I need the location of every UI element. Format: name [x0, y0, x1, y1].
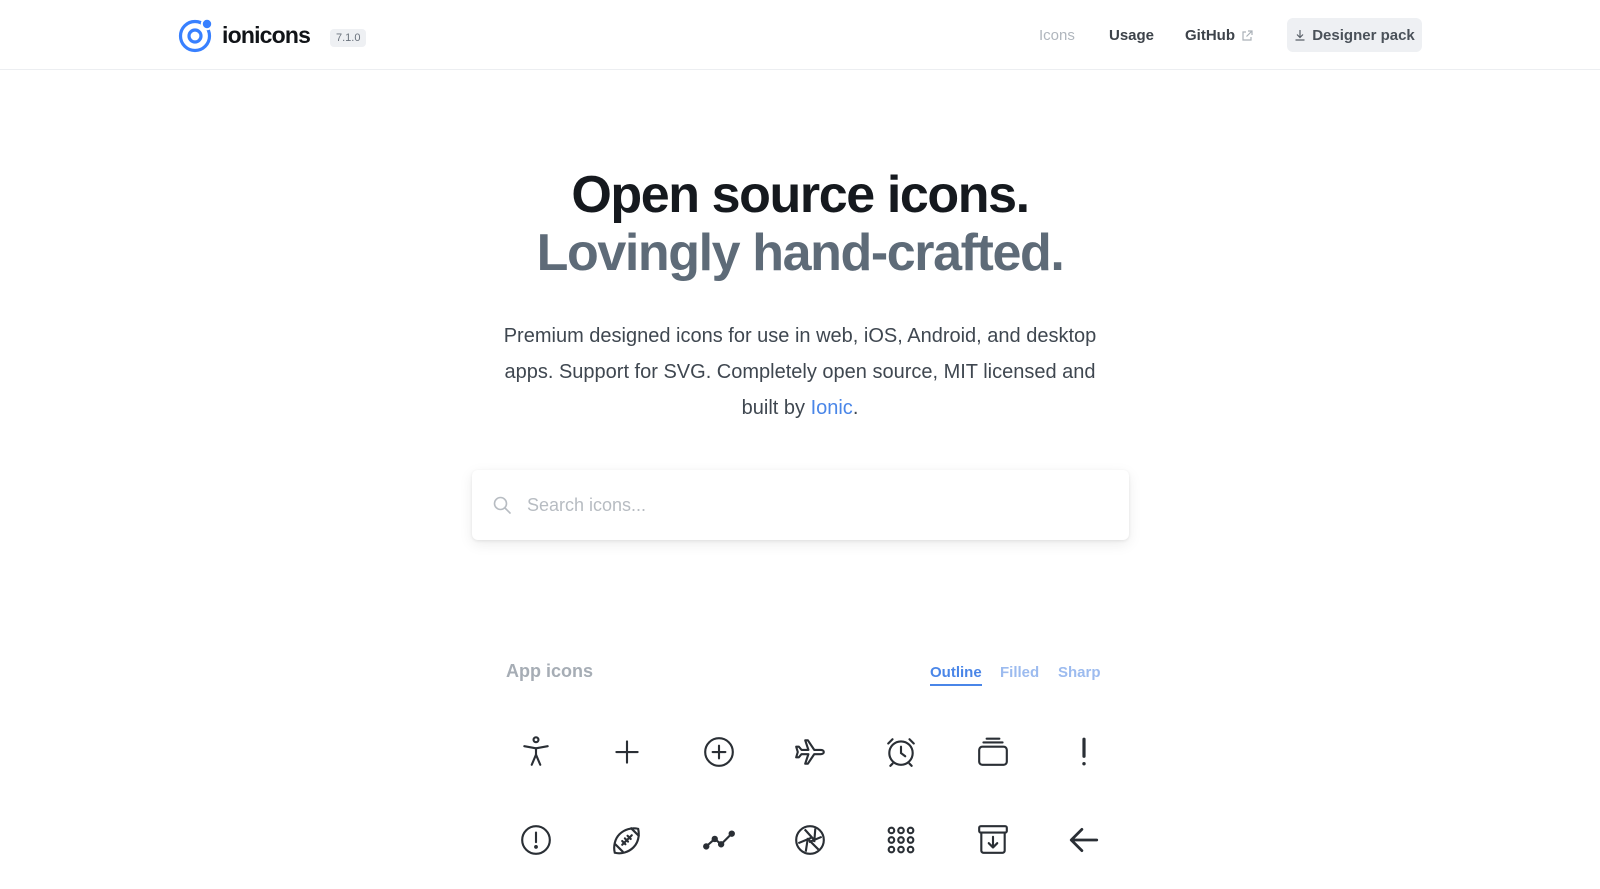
logo-text: ionicons — [222, 21, 311, 48]
designer-pack-button[interactable]: Designer pack — [1287, 18, 1422, 52]
icon-row — [490, 722, 1130, 810]
hero-description: Premium designed icons for use in web, i… — [500, 318, 1100, 426]
ionicons-logo[interactable]: ionicons — [178, 17, 311, 53]
hero-title-line1: Open source icons. — [571, 166, 1030, 224]
icon-tile-archive[interactable] — [947, 810, 1038, 870]
add-icon — [615, 740, 639, 764]
icon-tile-albums[interactable] — [947, 722, 1038, 782]
download-icon — [1295, 30, 1305, 41]
aperture-icon — [795, 825, 825, 855]
nav-link-github[interactable]: GitHub — [1185, 27, 1253, 44]
tab-filled[interactable]: Filled — [1000, 664, 1039, 681]
tab-outline[interactable]: Outline — [930, 664, 982, 686]
search-box — [472, 470, 1129, 540]
tab-sharp[interactable]: Sharp — [1058, 664, 1101, 681]
search-input[interactable] — [527, 494, 1087, 516]
nav-link-github-label: GitHub — [1185, 27, 1235, 44]
ionic-link[interactable]: Ionic — [811, 397, 853, 419]
icon-tile-alarm[interactable] — [856, 722, 947, 782]
icon-tile-apps[interactable] — [856, 810, 947, 870]
ionicons-logo-icon — [178, 17, 214, 53]
icon-tile-analytics[interactable] — [673, 810, 764, 870]
albums-icon — [977, 737, 1008, 766]
icon-tile-aperture[interactable] — [764, 810, 855, 870]
icon-tile-add[interactable] — [581, 722, 672, 782]
external-link-icon — [1242, 29, 1253, 41]
icon-tile-arrow-back[interactable] — [1039, 810, 1130, 870]
icon-tile-accessibility[interactable] — [490, 722, 581, 782]
hero-title-line2: Lovingly hand-crafted. — [536, 224, 1065, 282]
alert-circle-icon — [520, 825, 551, 855]
alarm-icon — [887, 738, 916, 767]
archive-icon — [977, 825, 1008, 854]
designer-pack-label: Designer pack — [1312, 26, 1415, 44]
accessibility-icon — [522, 736, 549, 766]
nav-link-icons[interactable]: Icons — [1039, 27, 1075, 44]
analytics-icon — [702, 830, 735, 850]
version-badge: 7.1.0 — [330, 29, 367, 47]
icon-grid — [490, 722, 1130, 889]
icon-tile-american-football[interactable] — [581, 810, 672, 870]
icon-tile-airplane[interactable] — [764, 722, 855, 782]
arrow-back-icon — [1070, 827, 1099, 853]
add-circle-icon — [703, 737, 734, 767]
hero-desc-text: Premium designed icons for use in web, i… — [503, 325, 1097, 419]
section-title: App icons — [506, 661, 594, 681]
hero-desc-end: . — [852, 397, 859, 419]
search-icon — [493, 496, 511, 514]
icon-tile-add-circle[interactable] — [673, 722, 764, 782]
icon-row — [490, 810, 1130, 889]
apps-icon — [888, 826, 915, 854]
icon-tile-alert[interactable] — [1039, 722, 1130, 782]
alert-icon — [1082, 737, 1086, 766]
icon-tile-alert-circle[interactable] — [490, 810, 581, 870]
nav-link-usage[interactable]: Usage — [1109, 27, 1154, 44]
airplane-icon — [795, 739, 825, 765]
top-navbar: ionicons 7.1.0 Icons Usage GitHub Design… — [0, 0, 1600, 70]
american-football-icon — [613, 827, 640, 855]
